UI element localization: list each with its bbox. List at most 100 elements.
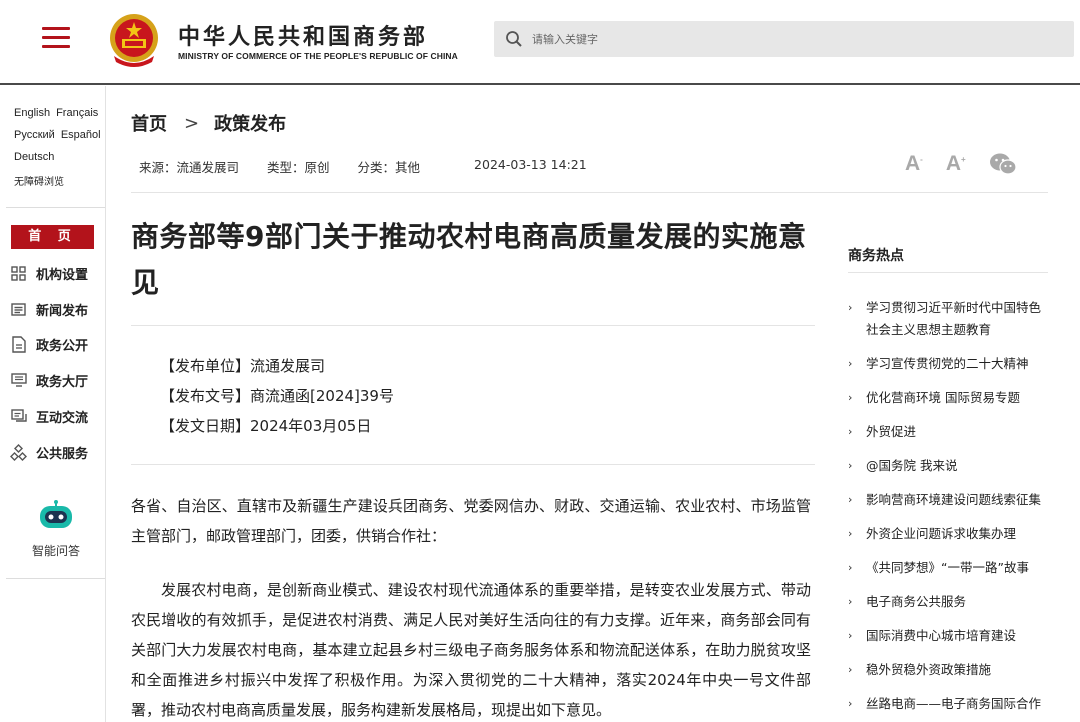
- sidebar-item-hall[interactable]: 政务大厅: [10, 370, 88, 390]
- sidebar-item-gov-info[interactable]: 政务公开: [10, 334, 88, 354]
- hot-topic-label: 稳外贸稳外资政策措施: [866, 662, 992, 677]
- hot-topic-label: 丝路电商——电子商务国际合作: [866, 696, 1042, 711]
- hot-topics-list: › 学习贯彻习近平新时代中国特色社会主义思想主题教育 › 学习宣传贯彻党的二十大精神…: [848, 297, 1048, 722]
- sidebar-item-public-service[interactable]: 公共服务: [10, 442, 88, 462]
- lang-french[interactable]: Français: [56, 107, 98, 119]
- hot-topic-link[interactable]: › 稳外贸稳外资政策措施: [848, 659, 1048, 681]
- hot-topic-link[interactable]: › 影响营商环境建设问题线索征集: [848, 489, 1048, 511]
- hot-topic-label: 国际消费中心城市培育建设: [866, 628, 1017, 643]
- chevron-right-icon: ›: [848, 697, 853, 710]
- article-meta: 来源：流通发展司 类型：原创 分类：其他 2024-03-13 14:21: [139, 157, 587, 176]
- font-large-label: A: [945, 152, 962, 175]
- chevron-right-icon: ›: [848, 357, 853, 370]
- chevron-right-icon: ›: [848, 663, 853, 676]
- chevron-right-icon: ›: [848, 561, 853, 574]
- language-row: Русский Español: [14, 129, 104, 141]
- hot-topic-label: 外贸促进: [866, 424, 917, 439]
- hot-topic-label: 外资企业问题诉求收集办理: [866, 526, 1017, 541]
- hot-topic-link[interactable]: › 《共同梦想》“一带一路”故事: [848, 557, 1048, 579]
- hot-topic-link[interactable]: › 优化营商环境 国际贸易专题: [848, 387, 1048, 409]
- language-row: Deutsch: [14, 151, 104, 163]
- breadcrumb-home-link[interactable]: 首页: [131, 110, 167, 136]
- hot-topic-label: 电子商务公共服务: [866, 594, 967, 609]
- national-emblem-logo[interactable]: [108, 12, 160, 68]
- hot-topic-label: 优化营商环境 国际贸易专题: [866, 390, 1020, 405]
- document-icon: [10, 335, 27, 353]
- font-increase-button[interactable]: A+: [946, 152, 966, 176]
- hot-topic-link[interactable]: › 外贸促进: [848, 421, 1048, 443]
- sidebar-item-label: 公共服务: [36, 446, 89, 462]
- hot-topic-label: 学习贯彻习近平新时代中国特色社会主义思想主题教育: [866, 300, 1042, 337]
- nav-home-button[interactable]: 首 页: [11, 225, 94, 249]
- news-icon: [10, 301, 27, 318]
- sidebar-item-label: 新闻发布: [36, 303, 89, 319]
- issue-date-info: 【发文日期】2024年03月05日: [160, 417, 372, 435]
- chevron-right-icon: ›: [848, 527, 853, 540]
- chevron-right-icon: ›: [848, 425, 853, 438]
- meta-category: 分类：其他: [357, 160, 421, 175]
- search-icon[interactable]: [505, 30, 523, 48]
- font-decrease-button[interactable]: A-: [905, 152, 923, 176]
- menu-icon[interactable]: [42, 27, 70, 51]
- site-subtitle: MINISTRY OF COMMERCE OF THE PEOPLE'S REP…: [178, 51, 458, 61]
- article-tools: A- A+: [905, 152, 1040, 176]
- lang-german[interactable]: Deutsch: [14, 151, 54, 163]
- org-grid-icon: [10, 265, 27, 282]
- site-header: 中华人民共和国商务部 MINISTRY OF COMMERCE OF THE P…: [0, 0, 1080, 85]
- hot-topics-title: 商务热点: [848, 248, 904, 264]
- meta-type: 类型：原创: [267, 160, 330, 175]
- sidebar-item-news[interactable]: 新闻发布: [10, 299, 88, 319]
- chevron-right-icon: ›: [848, 595, 853, 608]
- breadcrumb: 首页 > 政策发布: [131, 110, 286, 136]
- sidebar-item-label: 互动交流: [36, 410, 89, 426]
- breadcrumb-separator: >: [184, 112, 200, 134]
- wechat-share-icon[interactable]: [989, 152, 1017, 176]
- doc-number-info: 【发布文号】商流通函[2024]39号: [160, 387, 394, 405]
- hot-topic-link[interactable]: › 国际消费中心城市培育建设: [848, 625, 1048, 647]
- hot-topic-link[interactable]: › 丝路电商——电子商务国际合作: [848, 693, 1048, 715]
- sidebar-item-label: 政务公开: [36, 338, 89, 354]
- hot-topic-link[interactable]: › 外资企业问题诉求收集办理: [848, 523, 1048, 545]
- sidebar-item-interaction[interactable]: 互动交流: [10, 406, 88, 426]
- sidebar-divider: [105, 86, 106, 722]
- hot-topic-link[interactable]: › 电子商务公共服务: [848, 591, 1048, 613]
- meta-date: 2024-03-13 14:21: [474, 157, 587, 172]
- hot-topic-label: 《共同梦想》“一带一路”故事: [866, 560, 1029, 575]
- robot-icon: [40, 500, 72, 528]
- article-paragraph: 各省、自治区、直辖市及新疆生产建设兵团商务、党委网信办、财政、交通运输、农业农村…: [131, 497, 811, 545]
- hot-topic-link[interactable]: › 学习贯彻习近平新时代中国特色社会主义思想主题教育: [848, 297, 1048, 341]
- chevron-right-icon: ›: [848, 391, 853, 404]
- sidebar-divider: [6, 578, 105, 579]
- chevron-right-icon: ›: [848, 301, 853, 314]
- site-title[interactable]: 中华人民共和国商务部: [178, 19, 428, 51]
- sidebar-item-label: 政务大厅: [36, 374, 89, 390]
- hot-topic-link[interactable]: › 学习宣传贯彻党的二十大精神: [848, 353, 1048, 375]
- divider: [131, 464, 815, 465]
- hot-topic-label: 学习宣传贯彻党的二十大精神: [866, 356, 1029, 371]
- hot-topic-label: @国务院 我来说: [866, 458, 958, 473]
- sidebar-divider: [6, 207, 105, 208]
- divider: [131, 192, 1048, 193]
- lang-spanish[interactable]: Español: [61, 129, 101, 141]
- divider: [131, 325, 815, 326]
- sidebar-item-org[interactable]: 机构设置: [10, 263, 88, 283]
- smart-qa-label: 智能问答: [31, 544, 80, 558]
- article-title: 商务部等9部门关于推动农村电商高质量发展的实施意见: [131, 220, 807, 299]
- chevron-right-icon: ›: [848, 493, 853, 506]
- meta-source: 来源：流通发展司: [139, 160, 240, 175]
- lang-english[interactable]: English: [14, 107, 50, 119]
- issuer-info: 【发布单位】流通发展司: [160, 357, 326, 375]
- breadcrumb-current[interactable]: 政策发布: [214, 110, 286, 136]
- chevron-right-icon: ›: [848, 459, 853, 472]
- hall-icon: [10, 372, 27, 389]
- article-paragraph: 发展农村电商，是创新商业模式、建设农村现代流通体系的重要举措，是转变农业发展方式…: [131, 581, 811, 719]
- language-row: English Français: [14, 107, 104, 119]
- font-small-label: A: [905, 152, 921, 175]
- smart-qa-button[interactable]: 智能问答: [30, 500, 82, 559]
- search-input[interactable]: [532, 21, 1062, 57]
- hot-topic-link[interactable]: › @国务院 我来说: [848, 455, 1048, 477]
- hot-topic-label: 影响营商环境建设问题线索征集: [866, 492, 1042, 507]
- accessibility-link[interactable]: 无障碍浏览: [14, 173, 104, 188]
- lang-russian[interactable]: Русский: [14, 129, 55, 141]
- sidebar-item-label: 机构设置: [36, 267, 89, 283]
